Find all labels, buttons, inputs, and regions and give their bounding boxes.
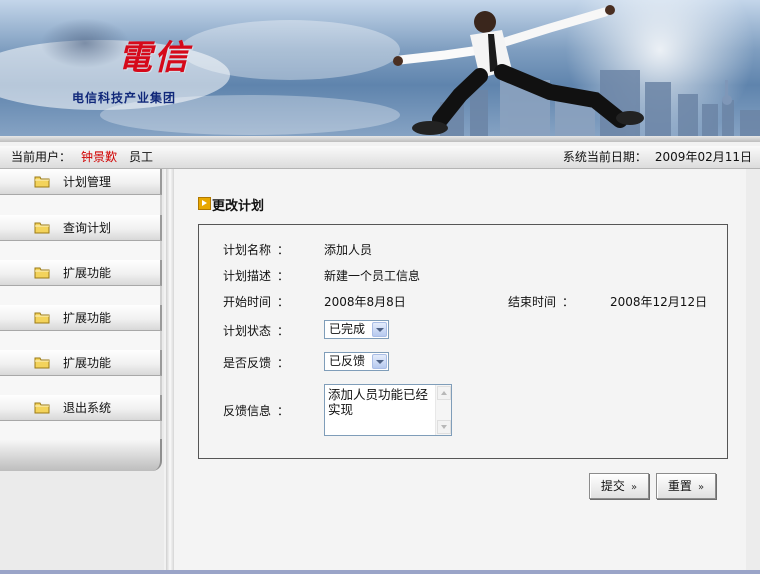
sidebar-footer	[0, 439, 162, 471]
folder-icon	[34, 267, 50, 279]
sidebar-item-query-plan[interactable]: 查询计划	[0, 215, 162, 241]
folder-icon	[34, 176, 50, 188]
system-date-info: 系统当前日期： 2009年02月11日	[563, 146, 752, 168]
sidebar: 计划管理 查询计划 扩展功能 扩展功能 扩展功能 退出系统	[0, 169, 164, 574]
textarea-scrollbar[interactable]	[435, 385, 451, 435]
double-arrow-icon: »	[697, 482, 705, 493]
plan-name-label: 计划名称	[223, 243, 272, 257]
scroll-up-icon[interactable]	[437, 386, 451, 400]
reset-button-label: 重置	[667, 479, 692, 493]
sidebar-item-plan-management[interactable]: 计划管理	[0, 169, 162, 195]
plan-status-select[interactable]: 已完成	[324, 320, 389, 339]
sidebar-spacer	[0, 331, 162, 351]
user-role: 员工	[129, 150, 154, 164]
colon-label: ：	[277, 295, 290, 309]
sidebar-spacer	[0, 195, 162, 215]
edit-plan-form: 计划名称 ： 添加人员 计划描述 ： 新建一个员工信息 开始时间 ： 2008年…	[198, 224, 728, 459]
bottom-border	[0, 570, 760, 574]
submit-button[interactable]: 提交 »	[589, 473, 649, 499]
colon-label: ：	[277, 269, 290, 283]
plan-desc-label: 计划描述	[223, 269, 272, 283]
feedback-info-label: 反馈信息	[223, 404, 272, 418]
company-logo: 電信	[118, 38, 190, 78]
sidebar-spacer	[0, 376, 162, 396]
current-user-info: 当前用户： 钟景歎 员工	[11, 146, 153, 168]
user-name: 钟景歎	[81, 150, 118, 164]
sidebar-item-logout[interactable]: 退出系统	[0, 395, 162, 421]
feedback-select[interactable]: 已反馈	[324, 352, 389, 371]
sidebar-item-label: 退出系统	[63, 401, 112, 415]
jumping-businessman-image	[393, 5, 644, 135]
folder-icon	[34, 402, 50, 414]
colon-label: ：	[277, 243, 290, 257]
folder-icon	[34, 357, 50, 369]
sidebar-spacer	[0, 286, 162, 306]
sidebar-item-label: 扩展功能	[63, 311, 112, 325]
plan-name-value: 添加人员	[324, 243, 373, 257]
chevron-down-icon[interactable]	[372, 354, 387, 369]
plan-desc-value: 新建一个员工信息	[324, 269, 421, 283]
reset-button[interactable]: 重置 »	[656, 473, 716, 499]
sidebar-item-label: 查询计划	[63, 221, 112, 235]
folder-icon	[34, 312, 50, 324]
start-time-value: 2008年8月8日	[324, 295, 406, 309]
sidebar-item-extend-2[interactable]: 扩展功能	[0, 305, 162, 331]
plan-status-value: 已完成	[329, 322, 366, 336]
company-name: 电信科技产业集团	[72, 91, 177, 105]
panel-divider	[166, 169, 174, 574]
start-time-label: 开始时间	[223, 295, 272, 309]
end-time-value: 2008年12月12日	[610, 295, 708, 309]
sidebar-item-label: 扩展功能	[63, 356, 112, 370]
sidebar-item-extend-3[interactable]: 扩展功能	[0, 350, 162, 376]
sidebar-item-label: 计划管理	[63, 175, 112, 189]
header-banner: 電信 电信科技产业集团	[0, 0, 760, 142]
banner-border	[0, 136, 760, 142]
colon-label: ：	[277, 404, 290, 418]
chevron-down-icon[interactable]	[372, 322, 387, 337]
scroll-down-icon[interactable]	[437, 420, 451, 434]
feedback-info-textarea[interactable]: 添加人员功能已经实现	[324, 384, 452, 436]
plan-status-label: 计划状态	[223, 324, 272, 338]
date-label: 系统当前日期：	[562, 150, 647, 164]
right-edge	[746, 169, 760, 574]
submit-button-label: 提交	[600, 479, 625, 493]
status-bar: 当前用户： 钟景歎 员工 系统当前日期： 2009年02月11日	[0, 146, 760, 169]
double-arrow-icon: »	[630, 482, 638, 493]
feedback-label: 是否反馈	[223, 356, 272, 370]
folder-icon	[34, 222, 50, 234]
cloud-decoration	[180, 20, 400, 80]
colon-label: ：	[277, 356, 290, 370]
arrow-bullet-icon	[198, 197, 211, 210]
feedback-value: 已反馈	[329, 354, 366, 368]
end-time-label: 结束时间	[508, 295, 557, 309]
sidebar-spacer	[0, 421, 162, 439]
colon-label: ：	[562, 295, 575, 309]
page-title: 更改计划	[212, 199, 265, 214]
colon-label: ：	[277, 324, 290, 338]
logo-emblem	[40, 18, 130, 68]
feedback-info-text: 添加人员功能已经实现	[328, 387, 429, 417]
user-label: 当前用户：	[11, 150, 72, 164]
date-value: 2009年02月11日	[654, 150, 752, 164]
sidebar-item-extend-1[interactable]: 扩展功能	[0, 260, 162, 286]
main-content: 更改计划 计划名称 ： 添加人员 计划描述 ： 新建一个员工信息 开始时间 ： …	[174, 169, 746, 574]
sidebar-item-label: 扩展功能	[63, 266, 112, 280]
sidebar-spacer	[0, 241, 162, 261]
